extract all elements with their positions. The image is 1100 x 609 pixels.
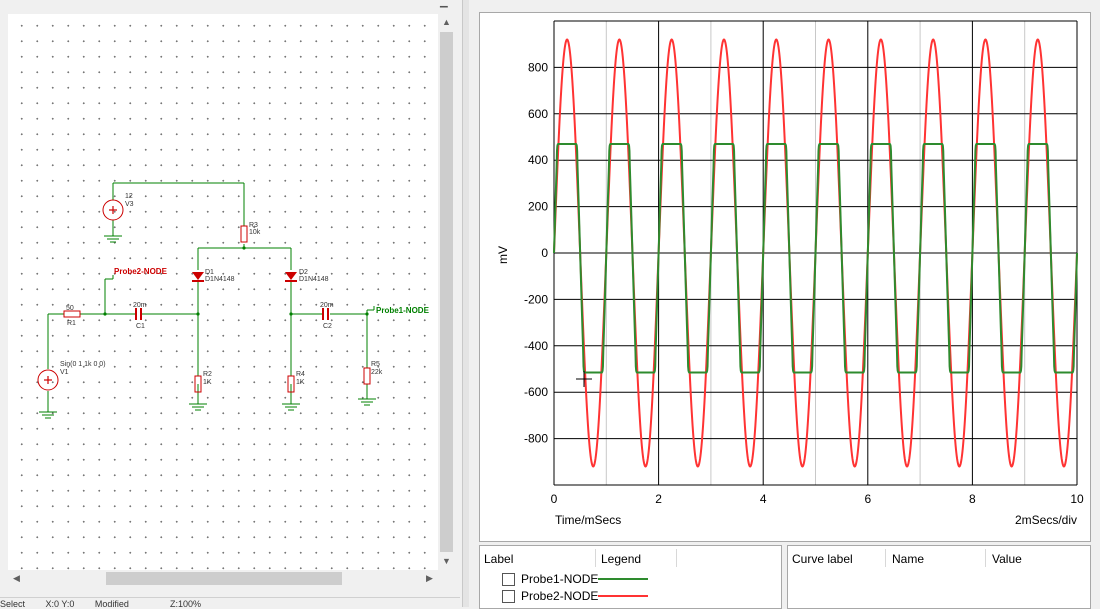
d2-ref: D2 <box>299 269 308 276</box>
status-bar: Select X:0 Y:0 Modified Z:100% <box>0 597 460 608</box>
y-tick-label: 200 <box>528 200 548 214</box>
v1-ref: V1 <box>60 369 69 376</box>
v1-value: Sin(0 1 1k 0 0) <box>60 361 106 368</box>
y-tick-label: -800 <box>524 432 548 446</box>
horizontal-scroll-thumb[interactable] <box>106 572 342 585</box>
x-tick-label: 6 <box>864 492 871 506</box>
y-axis-label: mV <box>496 246 510 264</box>
y-tick-label: -600 <box>524 385 548 399</box>
r1-ref: R1 <box>67 320 76 327</box>
legend-row-label: Probe2-NODE <box>521 589 599 603</box>
y-tick-labels: 800 600 400 200 0 -200 -400 -600 -800 <box>524 60 548 445</box>
chevron-down-icon[interactable]: ▼ <box>438 555 455 568</box>
curve-header-label: Curve label <box>792 552 853 566</box>
r1-value: 50 <box>66 305 74 312</box>
probe1-label[interactable]: Probe1-NODE <box>376 306 430 315</box>
c1-value: 20m <box>133 302 147 309</box>
x-tick-label: 10 <box>1070 492 1084 506</box>
c2-value: 20m <box>320 302 334 309</box>
probe-flags <box>112 275 375 310</box>
probe1-checkbox[interactable] <box>502 573 515 586</box>
v3-value: 12 <box>125 193 133 200</box>
y-tick-label: -200 <box>524 292 548 306</box>
legend-header-label: Label <box>484 552 514 566</box>
schematic-vertical-scrollbar[interactable]: ▲ ▼ <box>438 14 455 570</box>
r3-value: 10k <box>249 229 261 236</box>
graph-panel[interactable]: 800 600 400 200 0 -200 -400 -600 -800 0 2 4 6 8 10 mV… <box>479 12 1091 542</box>
x-axis-label: Time/mSecs <box>555 513 621 527</box>
r5-resistor <box>363 367 371 385</box>
x-div-label: 2mSecs/div <box>1015 513 1077 527</box>
vertical-scroll-thumb[interactable] <box>440 32 453 552</box>
y-tick-label: 0 <box>541 246 548 260</box>
r3-resistor <box>240 225 248 243</box>
curve-info-panel: Curve label Name Value <box>787 545 1091 609</box>
chevron-up-icon[interactable]: ▲ <box>438 16 455 29</box>
chevron-right-icon[interactable]: ▶ <box>421 572 438 585</box>
curve-header-value: Value <box>992 552 1022 566</box>
r4-value: 1K <box>296 379 305 386</box>
c1-ref: C1 <box>136 323 145 330</box>
y-tick-label: 400 <box>528 153 548 167</box>
waveform-chart: 800 600 400 200 0 -200 -400 -600 -800 0 2 4 6 8 10 mV… <box>496 20 1084 527</box>
y-tick-label: 600 <box>528 107 548 121</box>
d1-model: D1N4148 <box>205 276 235 283</box>
legend-panel: Label Legend Probe1-NODE Probe2-NODE <box>479 545 782 609</box>
chevron-left-icon[interactable]: ◀ <box>8 572 25 585</box>
r4-ref: R4 <box>296 371 305 378</box>
x-tick-label: 0 <box>551 492 558 506</box>
probe2-label[interactable]: Probe2-NODE <box>114 267 168 276</box>
r2-value: 1K <box>203 379 212 386</box>
schematic-horizontal-scrollbar[interactable]: ◀ ▶ <box>8 570 438 587</box>
x-tick-labels: 0 2 4 6 8 10 <box>551 492 1084 506</box>
legend-swatch-probe2 <box>598 595 648 597</box>
legend-row-label: Probe1-NODE <box>521 572 599 586</box>
c2-ref: C2 <box>323 323 332 330</box>
schematic-canvas[interactable]: 12 V3 R3 10k D1 D1N4148 D2 D1N4148 50 R1… <box>8 14 438 570</box>
r3-ref: R3 <box>249 222 258 229</box>
r2-ref: R2 <box>203 371 212 378</box>
v3-ref: V3 <box>125 201 134 208</box>
pane-close-icon[interactable]: ▁ <box>440 0 448 8</box>
r5-value: 22k <box>371 369 383 376</box>
x-tick-label: 2 <box>655 492 662 506</box>
d2-model: D1N4148 <box>299 276 329 283</box>
curve-header-name: Name <box>892 552 925 566</box>
x-tick-label: 4 <box>760 492 767 506</box>
r5-ref: R5 <box>371 361 380 368</box>
x-tick-label: 8 <box>969 492 976 506</box>
legend-swatch-probe1 <box>598 578 648 580</box>
source-signs <box>44 206 117 384</box>
legend-header-legend: Legend <box>601 552 642 566</box>
schematic-drawing: 12 V3 R3 10k D1 D1N4148 D2 D1N4148 50 R1… <box>37 182 430 419</box>
d1-ref: D1 <box>205 269 214 276</box>
pane-splitter[interactable] <box>462 0 469 607</box>
y-tick-label: 800 <box>528 60 548 74</box>
y-tick-label: -400 <box>524 339 548 353</box>
probe2-checkbox[interactable] <box>502 590 515 603</box>
